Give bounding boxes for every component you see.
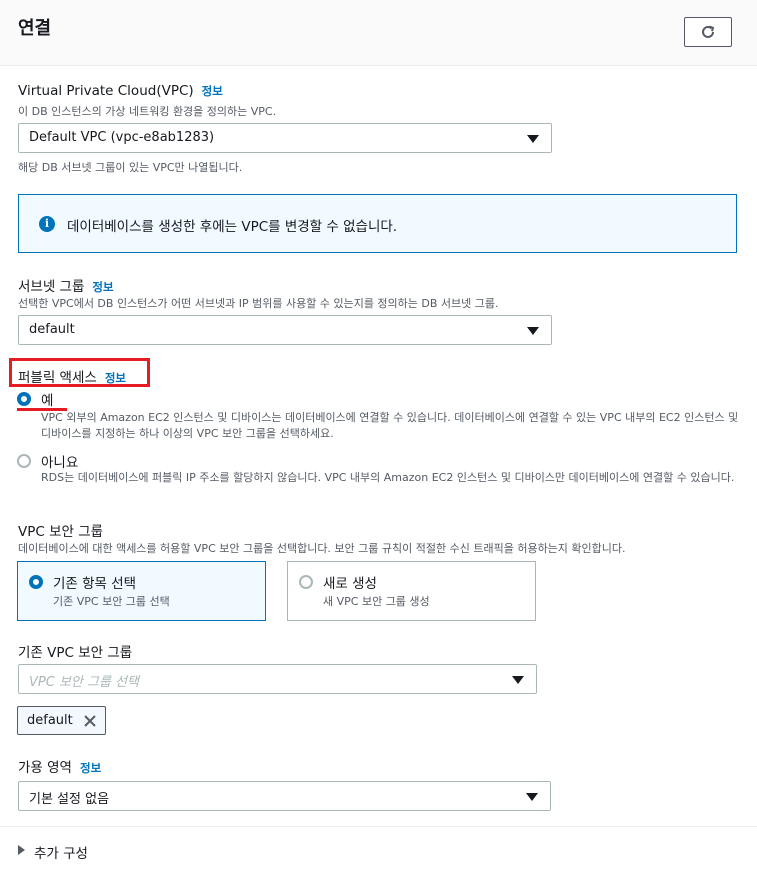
section-title: 연결 [18,18,52,39]
tile-choose-existing-description: 기존 VPC 보안 그룹 선택 [53,595,170,608]
refresh-button[interactable] [684,17,732,47]
security-group-label: VPC 보안 그룹 [18,524,104,540]
security-group-multiselect[interactable]: VPC 보안 그룹 선택 [18,664,537,694]
public-access-no-description: RDS는 데이터베이스에 퍼블릭 IP 주소를 할당하지 않습니다. VPC 내… [41,471,735,484]
public-access-no-radio[interactable] [17,454,31,468]
public-access-info-link[interactable]: 정보 [105,371,126,385]
availability-zone-label-text: 가용 영역 [18,760,72,776]
public-access-yes-label[interactable]: 예 [41,389,53,409]
token-label: default [27,713,73,728]
vpc-description: 이 DB 인스턴스의 가상 네트워킹 환경을 정의하는 VPC. [18,105,277,118]
subnet-info-link[interactable]: 정보 [92,280,113,294]
subnet-group-select-value: default [29,322,75,337]
caret-down-icon [526,793,538,801]
subnet-group-description: 선택한 VPC에서 DB 인스턴스가 어떤 서브넷과 IP 범위를 사용할 수 … [18,297,499,310]
info-alert: i 데이터베이스를 생성한 후에는 VPC를 변경할 수 없습니다. [18,194,737,253]
vpc-select-value: Default VPC (vpc-e8ab1283) [29,130,215,145]
public-access-yes-description: VPC 외부의 Amazon EC2 인스턴스 및 디바이스는 데이터베이스에 … [41,411,739,440]
public-access-label: 퍼블릭 액세스 정보 [18,366,126,386]
section-header: 연결 [0,0,757,66]
availability-zone-select[interactable]: 기본 설정 없음 [18,781,551,811]
vpc-label: Virtual Private Cloud(VPC) 정보 [18,83,223,99]
subnet-group-label-text: 서브넷 그룹 [18,279,85,295]
alert-text: 데이터베이스를 생성한 후에는 VPC를 변경할 수 없습니다. [67,219,398,235]
tile-create-new[interactable]: 새로 생성 새 VPC 보안 그룹 생성 [287,561,536,621]
info-icon: i [39,216,55,232]
availability-zone-select-value: 기본 설정 없음 [29,792,110,807]
tile-create-new-radio[interactable] [299,575,313,589]
tile-choose-existing-label: 기존 항목 선택 [53,576,137,592]
existing-security-group-label: 기존 VPC 보안 그룹 [18,645,133,661]
tile-create-new-label: 새로 생성 [323,576,377,592]
tile-choose-existing[interactable]: 기존 항목 선택 기존 VPC 보안 그룹 선택 [17,561,266,621]
vpc-info-link[interactable]: 정보 [202,84,223,98]
availability-zone-info-link[interactable]: 정보 [80,761,101,775]
public-access-no-label[interactable]: 아니요 [41,451,78,471]
security-group-placeholder: VPC 보안 그룹 선택 [29,675,139,690]
vpc-help-text: 해당 DB 서브넷 그룹이 있는 VPC만 나열됩니다. [18,161,243,174]
vpc-select[interactable]: Default VPC (vpc-e8ab1283) [18,123,552,153]
close-icon[interactable] [82,713,98,729]
caret-down-icon [512,676,524,684]
availability-zone-label: 가용 영역 정보 [18,756,101,776]
tile-create-new-description: 새 VPC 보안 그룹 생성 [323,595,430,608]
caret-down-icon [527,327,539,335]
security-group-description: 데이터베이스에 대한 액세스를 허용할 VPC 보안 그룹을 선택합니다. 보안… [18,542,626,555]
additional-configuration-label: 추가 구성 [34,846,88,862]
tile-choose-existing-radio[interactable] [29,575,43,589]
vpc-label-text: Virtual Private Cloud(VPC) [18,83,194,99]
section-divider [0,826,757,827]
selected-token-default: default [17,706,106,735]
subnet-group-select[interactable]: default [18,315,552,345]
refresh-icon [702,25,714,38]
public-access-label-text: 퍼블릭 액세스 [18,370,97,386]
highlight-annotation-underline [17,408,67,411]
caret-right-icon [18,845,25,855]
public-access-yes-radio[interactable] [17,392,31,406]
subnet-group-label: 서브넷 그룹 정보 [18,275,114,295]
caret-down-icon [527,135,539,143]
